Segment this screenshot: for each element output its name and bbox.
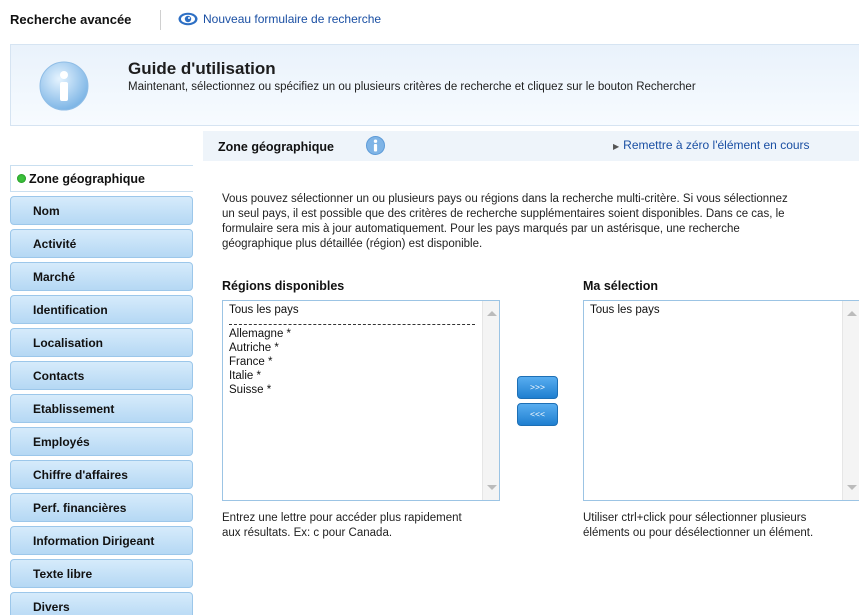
sidebar-item-identification[interactable]: Identification <box>10 295 193 324</box>
hint-line: Utiliser ctrl+click pour sélectionner pl… <box>583 512 807 524</box>
sidebar-item-texte-libre[interactable]: Texte libre <box>10 559 193 588</box>
my-selection-items: Tous les pays <box>590 303 660 317</box>
section-header: Zone géographique ▶ Remettre à zéro l'élé… <box>203 131 859 161</box>
sidebar-item-label: Identification <box>33 302 108 317</box>
sidebar-item-label: Etablissement <box>33 401 115 416</box>
available-regions-listbox[interactable]: Tous les pays Allemagne * Autriche * Fra… <box>222 300 500 501</box>
list-item[interactable]: Autriche * <box>229 341 475 355</box>
sidebar-item-marche[interactable]: Marché <box>10 262 193 291</box>
list-divider <box>229 324 475 325</box>
list-item[interactable]: Tous les pays <box>590 303 660 317</box>
guide-title: Guide d'utilisation <box>128 59 276 78</box>
sidebar-item-zone-geographique[interactable]: Zone géographique <box>10 165 193 192</box>
sidebar-item-label: Divers <box>33 599 70 614</box>
reset-label: Remettre à zéro l'élément en cours <box>623 138 810 152</box>
hint-line: éléments ou pour désélectionner un éléme… <box>583 527 814 539</box>
sidebar-item-label: Marché <box>33 269 76 284</box>
sidebar-item-label: Localisation <box>33 335 104 350</box>
guide-text: Maintenant, sélectionnez ou spécifiez un… <box>128 81 696 93</box>
description-line: un seul pays, il est possible que des cr… <box>222 208 785 220</box>
description-line: géographique plus détaillée (région) est… <box>222 238 483 250</box>
criteria-sidebar: Zone géographique Nom Activité Marché Id… <box>10 165 193 615</box>
scroll-down-arrow-icon[interactable] <box>847 485 857 490</box>
sidebar-item-activite[interactable]: Activité <box>10 229 193 258</box>
top-bar: Recherche avancée Nouveau formulaire de … <box>0 0 859 42</box>
info-icon[interactable] <box>366 136 385 155</box>
available-regions-label: Régions disponibles <box>222 279 345 293</box>
sidebar-item-contacts[interactable]: Contacts <box>10 361 193 390</box>
sidebar-item-chiffre-affaires[interactable]: Chiffre d'affaires <box>10 460 193 489</box>
sidebar-item-label: Information Dirigeant <box>33 533 155 548</box>
list-item[interactable]: Italie * <box>229 369 475 383</box>
my-selection-label: Ma sélection <box>583 279 659 293</box>
info-icon <box>39 61 89 111</box>
header-divider <box>160 10 161 30</box>
hint-line: Entrez une lettre pour accéder plus rapi… <box>222 512 462 524</box>
sidebar-item-information-dirigeant[interactable]: Information Dirigeant <box>10 526 193 555</box>
sidebar-item-label: Activité <box>33 236 77 251</box>
list-item[interactable]: France * <box>229 355 475 369</box>
section-title: Zone géographique <box>218 140 334 154</box>
my-selection-listbox[interactable]: Tous les pays <box>583 300 859 501</box>
list-item[interactable]: Suisse * <box>229 383 475 397</box>
selection-scrollbar[interactable] <box>842 301 859 500</box>
list-item[interactable]: Tous les pays <box>229 303 475 317</box>
sidebar-item-label: Perf. financières <box>33 500 127 515</box>
sidebar-item-etablissement[interactable]: Etablissement <box>10 394 193 423</box>
sidebar-item-nom[interactable]: Nom <box>10 196 193 225</box>
available-hint: Entrez une lettre pour accéder plus rapi… <box>222 511 462 541</box>
hint-line: aux résultats. Ex: c pour Canada. <box>222 527 393 539</box>
description-line: formulaire sera mis à jour automatiqueme… <box>222 223 740 235</box>
remove-from-selection-button[interactable]: <<< <box>517 403 558 426</box>
page-title: Recherche avancée <box>10 12 132 27</box>
eye-icon <box>178 12 198 26</box>
add-to-selection-button[interactable]: >>> <box>517 376 558 399</box>
scroll-up-arrow-icon[interactable] <box>847 311 857 316</box>
list-item[interactable]: Allemagne * <box>229 327 475 341</box>
sidebar-item-label: Zone géographique <box>29 171 145 186</box>
sidebar-item-label: Employés <box>33 434 90 449</box>
sidebar-item-label: Nom <box>33 203 60 218</box>
sidebar-item-label: Contacts <box>33 368 85 383</box>
available-scrollbar[interactable] <box>482 301 499 500</box>
description-line: Vous pouvez sélectionner un ou plusieurs… <box>222 193 788 205</box>
section-description: Vous pouvez sélectionner un ou plusieurs… <box>222 192 859 252</box>
triangle-right-icon: ▶ <box>613 142 620 151</box>
new-search-form-link[interactable]: Nouveau formulaire de recherche <box>178 12 381 26</box>
sidebar-item-divers[interactable]: Divers <box>10 592 193 615</box>
sidebar-item-label: Texte libre <box>33 566 93 581</box>
scroll-down-arrow-icon[interactable] <box>487 485 497 490</box>
sidebar-item-employes[interactable]: Employés <box>10 427 193 456</box>
reset-current-element-link[interactable]: ▶ Remettre à zéro l'élément en cours <box>613 138 810 152</box>
scroll-up-arrow-icon[interactable] <box>487 311 497 316</box>
sidebar-item-perf-financieres[interactable]: Perf. financières <box>10 493 193 522</box>
new-search-form-label: Nouveau formulaire de recherche <box>203 12 382 26</box>
sidebar-item-localisation[interactable]: Localisation <box>10 328 193 357</box>
sidebar-item-label: Chiffre d'affaires <box>33 467 128 482</box>
active-dot-icon <box>17 174 26 183</box>
selection-hint: Utiliser ctrl+click pour sélectionner pl… <box>583 511 813 541</box>
guide-banner: Guide d'utilisation Maintenant, sélectio… <box>10 44 859 126</box>
available-regions-items: Tous les pays Allemagne * Autriche * Fra… <box>229 303 475 397</box>
